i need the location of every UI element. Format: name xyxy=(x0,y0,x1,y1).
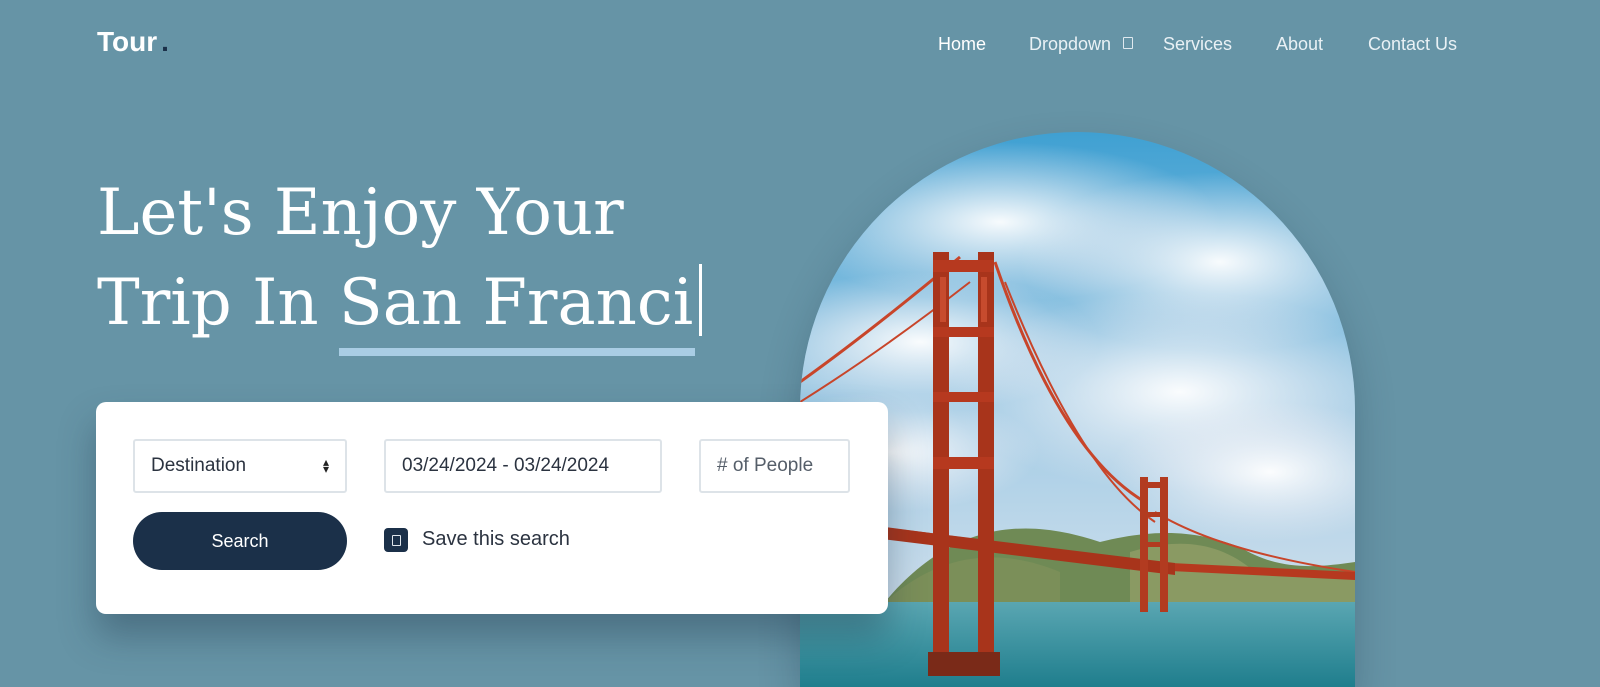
hero-title-line1: Let's Enjoy Your xyxy=(97,176,624,250)
save-search-checkbox[interactable] xyxy=(384,528,408,552)
dropdown-icon xyxy=(1123,37,1134,49)
destination-select-value: Destination xyxy=(151,455,247,476)
typing-caret xyxy=(699,264,703,336)
nav-item-home[interactable]: Home xyxy=(938,34,986,55)
hero-title: Let's Enjoy Your Trip In San Franci xyxy=(97,168,703,356)
people-input[interactable]: # of People xyxy=(699,439,850,493)
hero-title-line2-prefix: Trip In xyxy=(97,266,319,340)
nav-item-services[interactable]: Services xyxy=(1163,34,1232,55)
nav-item-about[interactable]: About xyxy=(1276,34,1323,55)
checkbox-icon xyxy=(391,534,401,546)
nav-item-dropdown[interactable]: Dropdown xyxy=(1029,34,1134,55)
save-search-label[interactable]: Save this search xyxy=(422,528,570,551)
search-card: Destination ▴ ▾ 03/24/2024 - 03/24/2024 #… xyxy=(96,402,888,614)
main-nav: Home Dropdown Services About Contact Us xyxy=(0,34,1600,58)
hero-typed-text: San Franci xyxy=(338,258,696,356)
search-button[interactable]: Search xyxy=(133,512,347,570)
nav-item-contact[interactable]: Contact Us xyxy=(1368,34,1457,55)
date-range-value: 03/24/2024 - 03/24/2024 xyxy=(402,455,610,476)
people-placeholder: # of People xyxy=(717,455,814,476)
date-range-input[interactable]: 03/24/2024 - 03/24/2024 xyxy=(384,439,662,493)
select-arrows-icon: ▴ ▾ xyxy=(322,455,329,476)
nav-item-dropdown-label: Dropdown xyxy=(1029,34,1112,54)
destination-select[interactable]: Destination ▴ ▾ xyxy=(133,439,347,493)
